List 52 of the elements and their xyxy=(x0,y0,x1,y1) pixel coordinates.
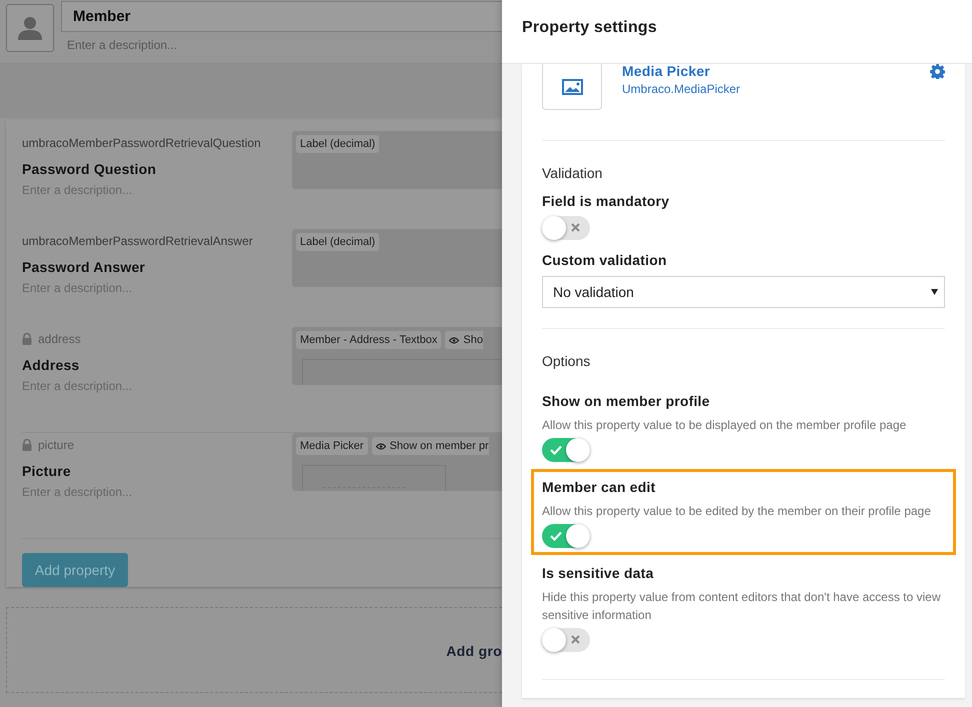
property-name: Password Answer xyxy=(22,259,146,275)
eye-icon xyxy=(449,336,460,344)
editor-tag: Label (decimal) xyxy=(296,233,380,251)
editor-tag: Label (decimal) xyxy=(296,135,380,153)
check-icon xyxy=(550,445,562,455)
section-heading: Options xyxy=(542,353,592,369)
editor-alias: Umbraco.MediaPicker xyxy=(622,82,742,96)
editor-tag: Sho xyxy=(445,331,483,349)
property-alias: umbracoMemberPasswordRetrievalAnswer xyxy=(22,234,253,248)
validation-dropdown[interactable]: No validation xyxy=(542,276,945,308)
setting-description: Hide this property value from content editors that don't have access to view sensitive information xyxy=(542,589,942,624)
toggle-switch[interactable] xyxy=(542,524,590,548)
property-alias: picture xyxy=(38,438,74,452)
avatar-icon[interactable] xyxy=(6,4,54,52)
close-icon xyxy=(571,223,580,232)
editor-tag: Member - Address - Textbox xyxy=(296,331,442,349)
property-name: Picture xyxy=(22,463,72,479)
image-icon xyxy=(562,78,582,94)
setting-description: Allow this property value to be displayed on the member profile page xyxy=(542,417,908,434)
property-alias: address xyxy=(38,332,81,346)
toggle-switch[interactable] xyxy=(542,628,590,652)
property-name: Address xyxy=(22,357,80,373)
lock-icon xyxy=(22,333,32,345)
name-field[interactable]: Member xyxy=(61,1,502,32)
property-alias: umbracoMemberPasswordRetrievalQuestion xyxy=(22,136,261,150)
close-icon xyxy=(571,635,580,644)
property-preview[interactable]: Member - Address - Textbox Sho xyxy=(292,327,502,385)
description-field[interactable]: Enter a description... xyxy=(67,38,367,52)
section-heading: Validation xyxy=(542,165,604,181)
editor-icon-box[interactable] xyxy=(542,64,602,110)
setting-label: Is sensitive data xyxy=(542,565,655,581)
property-name: Password Question xyxy=(22,161,158,177)
add-group-label: Add gro xyxy=(446,643,502,659)
check-icon xyxy=(550,531,562,541)
caret-icon xyxy=(931,289,938,295)
toggle-switch[interactable] xyxy=(542,438,590,462)
setting-label: Field is mandatory xyxy=(542,193,670,209)
setting-description: Allow this property value to be edited by the member on their profile page xyxy=(542,503,932,520)
property-preview[interactable]: Label (decimal) xyxy=(292,131,502,189)
eye-icon xyxy=(376,442,386,450)
panel-title: Property settings xyxy=(522,18,657,36)
editor-tag: Media Picker xyxy=(296,437,368,455)
editor-name[interactable]: Media Picker xyxy=(622,63,930,79)
editor-tag: Show on member pr xyxy=(372,437,489,455)
setting-label: Show on member profile xyxy=(542,393,711,409)
property-preview[interactable]: Label (decimal) xyxy=(292,229,502,287)
lock-icon xyxy=(22,439,32,451)
settings-icon[interactable] xyxy=(930,64,945,79)
toggle-switch[interactable] xyxy=(542,216,590,240)
property-preview[interactable]: Media Picker Show on member pr xyxy=(292,433,502,491)
setting-label: Custom validation xyxy=(542,252,668,268)
setting-label: Member can edit xyxy=(542,479,656,495)
